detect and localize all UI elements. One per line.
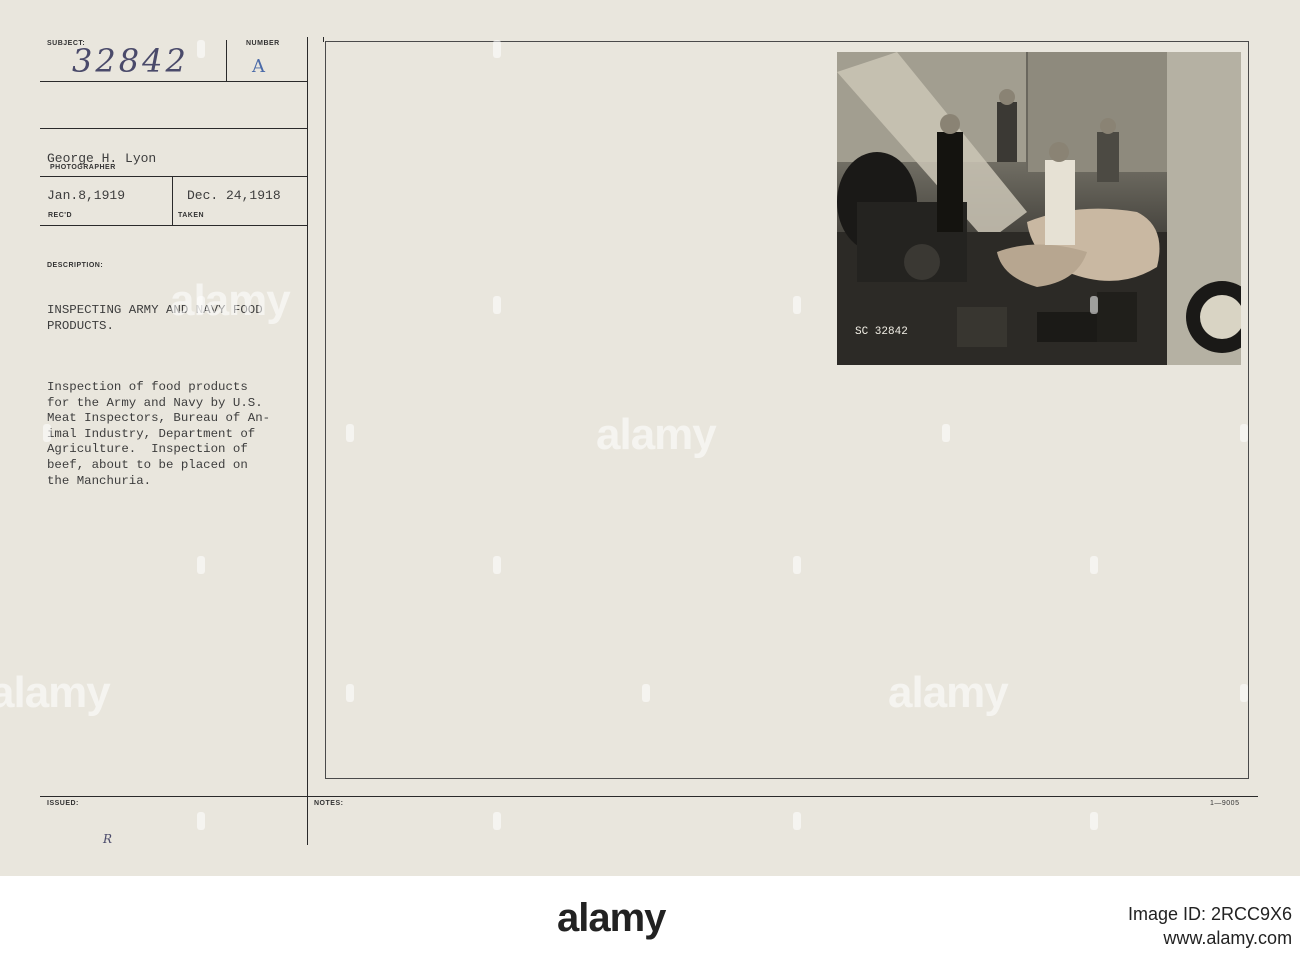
watermark-dot [197, 40, 205, 58]
watermark-dot [1240, 424, 1248, 442]
footer-image-info: Image ID: 2RCC9X6 www.alamy.com [1128, 902, 1292, 950]
watermark-dot [43, 424, 51, 442]
received-label: REC'D [48, 212, 72, 219]
watermark-text: alamy [596, 410, 717, 459]
photographer-label: PHOTOGRAPHER [50, 164, 116, 171]
description-line: for the Army and Navy by U.S. [47, 395, 263, 410]
description-line: Agriculture. Inspection of [47, 442, 248, 457]
description-line: Meat Inspectors, Bureau of An- [47, 411, 271, 426]
notes-label: NOTES: [314, 800, 344, 807]
left-column-divider [307, 37, 308, 845]
watermark-dot [493, 296, 501, 314]
form-number: 1—9005 [1210, 800, 1240, 807]
image-id: Image ID: 2RCC9X6 [1128, 904, 1293, 924]
dates-bottom-rule [40, 225, 307, 226]
watermark-text: alamy [0, 668, 111, 717]
number-value: A [252, 56, 265, 77]
watermark-dot [1090, 556, 1098, 574]
watermark-dot [1240, 684, 1248, 702]
notes-rule [40, 796, 1258, 797]
description-line: beef, about to be placed on [47, 457, 248, 472]
description-body: Inspection of food products for the Army… [47, 380, 270, 489]
photo-scene [837, 52, 1241, 365]
top-right-divider [323, 37, 324, 42]
taken-date: Dec. 24,1918 [187, 188, 281, 203]
watermark-dot [642, 684, 650, 702]
watermark-dot [793, 556, 801, 574]
watermark-dot [493, 40, 501, 58]
watermark-dot [793, 296, 801, 314]
watermark-dot [942, 424, 950, 442]
photographer-rule [40, 128, 307, 129]
watermark-dot [1090, 812, 1098, 830]
archive-record-card: SUBJECT: NUMBER 32842 A George H. Lyon P… [0, 0, 1300, 876]
footer-logo[interactable]: alamy [557, 896, 666, 941]
description-line: the Manchuria. [47, 473, 152, 488]
watermark-dot [346, 684, 354, 702]
taken-label: TAKEN [178, 212, 205, 219]
subject-number-divider [226, 40, 227, 82]
dates-top-rule [40, 176, 307, 177]
description-label: DESCRIPTION: [47, 262, 104, 269]
description-line: Inspection of food products [47, 380, 248, 394]
watermark-dot [346, 424, 354, 442]
watermark-text: alamy [170, 276, 291, 325]
subject-rule [40, 81, 307, 82]
description-line: imal Industry, Department of [47, 426, 256, 441]
subject-number: 32842 [72, 42, 189, 80]
watermark-dot [793, 812, 801, 830]
issued-label: ISSUED: [47, 800, 79, 807]
issued-mark: R [103, 832, 113, 846]
site-url[interactable]: www.alamy.com [1128, 926, 1292, 950]
watermark-text: alamy [888, 668, 1009, 717]
watermark-dot [197, 296, 205, 314]
received-date: Jan.8,1919 [47, 188, 126, 203]
photo-caption: SC 32842 [855, 326, 908, 338]
number-label: NUMBER [246, 40, 280, 47]
watermark-dot [197, 812, 205, 830]
archival-photograph: SC 32842 [837, 52, 1241, 365]
dates-divider [172, 177, 173, 225]
watermark-dot [493, 556, 501, 574]
watermark-dot [493, 812, 501, 830]
watermark-dot [197, 556, 205, 574]
watermark-dot [1090, 296, 1098, 314]
